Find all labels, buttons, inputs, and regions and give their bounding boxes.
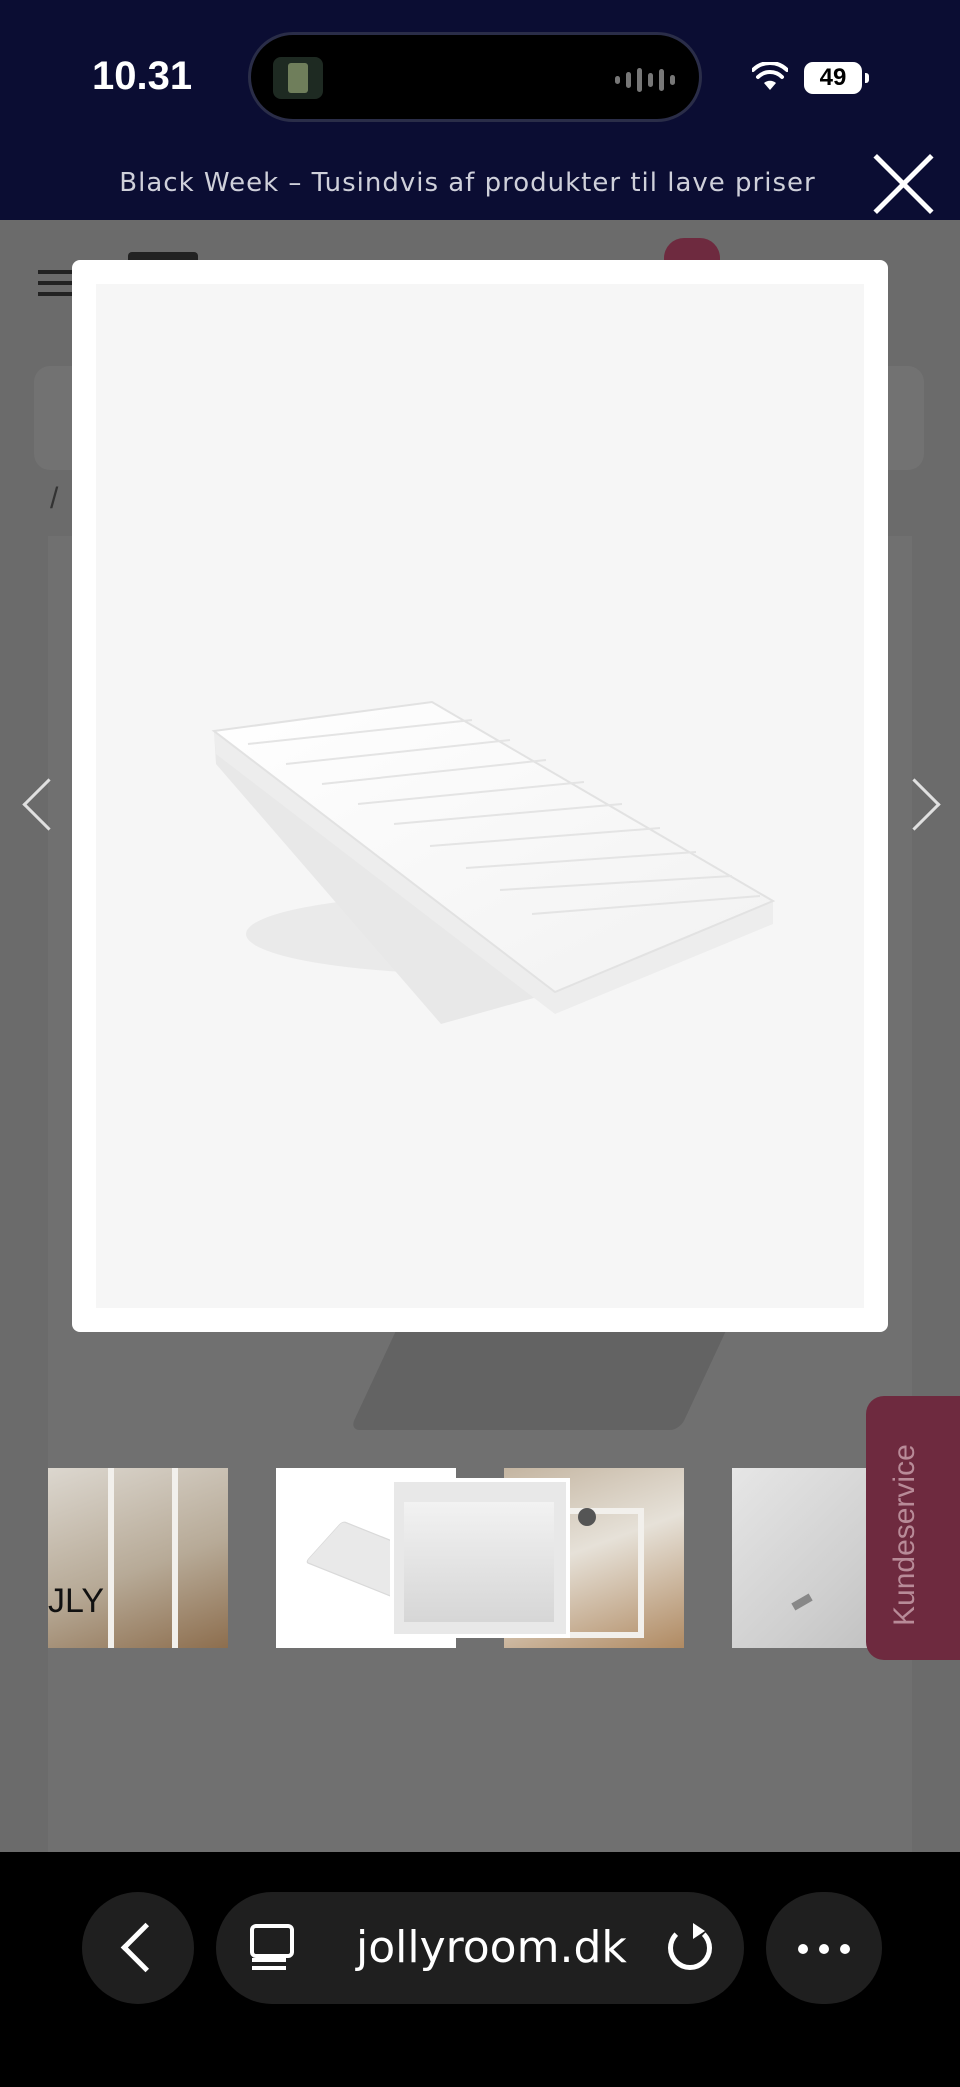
kundeservice-label: Kundeservice [888,1444,921,1626]
image-lightbox[interactable] [72,260,888,1332]
bunk-bed-shape [108,1468,178,1648]
more-button[interactable] [766,1892,882,2004]
audio-wave-icon [615,65,675,95]
promo-banner: Black Week – Tusindvis af produkter til … [0,146,960,220]
address-bar[interactable]: jollyroom.dk [216,1892,744,2004]
tabs-icon[interactable] [250,1924,294,1970]
menu-icon[interactable] [38,270,72,296]
now-playing-app-icon [273,57,323,99]
mattress-image [211,700,776,1024]
wifi-icon [752,62,788,90]
product-image [96,284,864,1308]
pagination-dot[interactable] [578,1508,596,1526]
thumbnail-5[interactable] [390,1478,570,1638]
status-time: 10.31 [92,54,193,98]
kundeservice-button[interactable]: Kundeservice [866,1396,960,1660]
browser-toolbar: jollyroom.dk [0,1852,960,2087]
breadcrumb: / [50,482,59,515]
chevron-left-icon[interactable] [18,774,58,834]
product-brand: JLY [48,1582,105,1620]
chevron-right-icon[interactable] [900,774,940,834]
status-bar: 10.31 49 [0,0,960,146]
thumbnail-1[interactable] [48,1468,228,1648]
reload-icon[interactable] [668,1923,712,1970]
dynamic-island[interactable] [248,32,702,122]
battery-indicator: 49 [804,62,869,94]
promo-text: Black Week – Tusindvis af produkter til … [119,168,816,198]
zipper-detail [791,1593,813,1611]
url-text[interactable]: jollyroom.dk [356,1922,627,1973]
close-icon[interactable] [868,148,938,218]
back-button[interactable] [82,1892,194,2004]
